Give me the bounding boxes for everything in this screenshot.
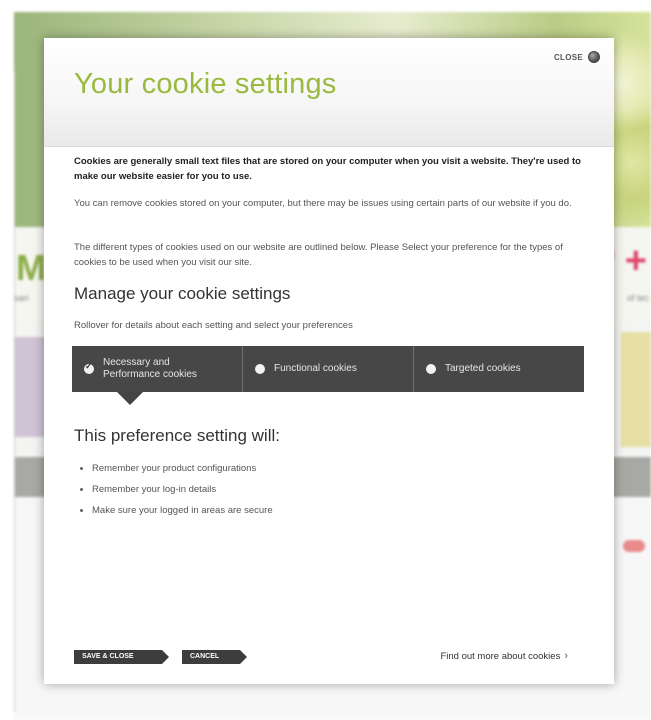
close-button[interactable]: CLOSE [554,51,600,63]
background-left-small: sari [14,293,29,303]
find-out-more-label: Find out more about cookies [440,650,561,662]
manage-settings-heading: Manage your cookie settings [74,284,291,303]
cancel-button[interactable]: CANCEL [182,650,247,664]
remove-cookies-text: You can remove cookies stored on your co… [74,198,572,209]
find-out-more-link[interactable]: Find out more about cookies › [440,650,568,662]
active-tab-pointer-icon [116,391,144,405]
rollover-instructions: Rollover for details about each setting … [74,320,353,331]
tab-label: Functional cookies [274,363,357,374]
modal-title: Your cookie settings [74,68,337,100]
radio-icon[interactable] [255,364,265,374]
check-icon: ✓ [85,361,93,371]
list-item: Make sure your logged in areas are secur… [80,500,273,521]
radio-icon[interactable] [426,364,436,374]
background-left-line [14,72,15,712]
modal-header: Your cookie settings CLOSE [44,38,614,147]
background-red-badge [623,540,645,552]
background-right-small: of tec [626,293,649,303]
close-icon[interactable] [588,51,600,63]
list-item: Remember your product configurations [80,458,273,479]
tab-label: Targeted cookies [445,363,521,374]
list-item: Remember your log-in details [80,479,273,500]
preference-heading: This preference setting will: [74,426,280,445]
radio-selected-icon[interactable]: ✓ [84,361,94,374]
cookie-types-text: The different types of cookies used on o… [74,242,563,268]
save-close-button[interactable]: SAVE & CLOSE [74,650,169,664]
tab-functional[interactable]: Functional cookies [243,346,414,392]
background-left-text: M [16,247,46,288]
tab-targeted[interactable]: Targeted cookies [414,346,584,392]
chevron-right-icon: › [564,650,568,662]
tab-necessary-performance[interactable]: ✓ Necessary and Performance cookies [72,346,243,392]
cookie-settings-modal: Your cookie settings CLOSE Cookies are g… [44,38,614,684]
preference-list: Remember your product configurations Rem… [74,458,273,521]
tab-label: Necessary and Performance cookies [103,357,197,380]
cookie-type-tabs: ✓ Necessary and Performance cookies Func… [72,346,584,392]
intro-text: Cookies are generally small text files t… [74,156,581,182]
close-label: CLOSE [553,52,583,62]
background-yellow-block [621,332,651,447]
